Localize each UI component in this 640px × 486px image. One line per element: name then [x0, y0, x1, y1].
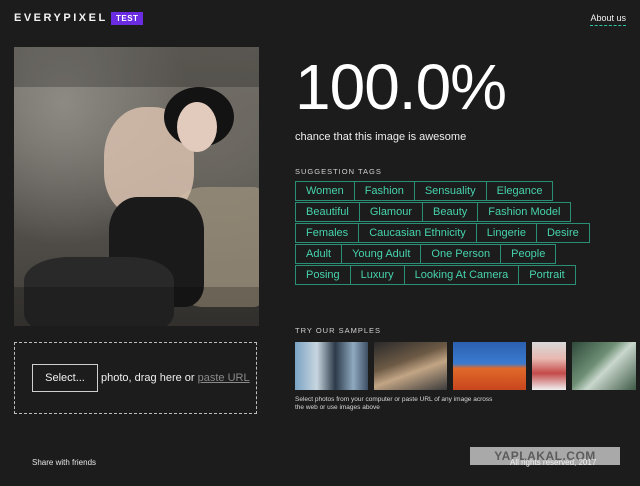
tag[interactable]: Beauty	[422, 202, 479, 222]
samples-title: TRY OUR SAMPLES	[295, 326, 381, 335]
tag[interactable]: Sensuality	[413, 181, 487, 201]
score-value: 100.0%	[295, 51, 507, 123]
tag-row: Adult Young Adult One Person People	[295, 244, 615, 264]
tag-row: Beautiful Glamour Beauty Fashion Model	[295, 202, 615, 222]
sample-thumbnail-business[interactable]	[295, 342, 368, 390]
score-caption: chance that this image is awesome	[295, 131, 467, 143]
suggestion-tags-title: SUGGESTION TAGS	[295, 167, 382, 176]
tag[interactable]: Fashion Model	[477, 202, 572, 222]
upload-dropzone[interactable]: Select... photo, drag here or paste URL	[14, 342, 257, 414]
sample-thumbnail-family[interactable]	[572, 342, 636, 390]
tag[interactable]: Fashion	[353, 181, 415, 201]
sample-thumbnail-desk[interactable]	[374, 342, 447, 390]
tag[interactable]: Adult	[295, 244, 343, 264]
tag[interactable]: Looking At Camera	[403, 265, 520, 285]
tag[interactable]: Young Adult	[341, 244, 422, 264]
test-badge: TEST	[111, 12, 144, 25]
upload-instructions: photo, drag here or paste URL	[101, 372, 250, 384]
sample-thumbnails	[295, 342, 636, 390]
sample-thumbnail-child[interactable]	[532, 342, 566, 390]
tag[interactable]: Women	[295, 181, 355, 201]
copyright: All rights reserved, 2017	[510, 458, 597, 467]
analyzed-photo	[14, 47, 259, 326]
tag-row: Females Caucasian Ethnicity Lingerie Des…	[295, 223, 615, 243]
tag[interactable]: Lingerie	[475, 223, 537, 243]
tag[interactable]: Caucasian Ethnicity	[358, 223, 477, 243]
tag[interactable]: Luxury	[349, 265, 405, 285]
tag[interactable]: Beautiful	[295, 202, 360, 222]
logo: EVERYPIXEL	[14, 12, 108, 24]
tag[interactable]: Glamour	[358, 202, 423, 222]
share-link[interactable]: Share with friends	[32, 458, 96, 467]
tag[interactable]: Desire	[535, 223, 590, 243]
upload-text: photo, drag here or	[101, 372, 195, 384]
sample-thumbnail-landscape[interactable]	[453, 342, 526, 390]
paste-url-link[interactable]: paste URL	[198, 372, 250, 384]
tag[interactable]: Posing	[295, 265, 351, 285]
about-link[interactable]: About us	[590, 13, 626, 26]
tag[interactable]: Elegance	[485, 181, 554, 201]
tag-row: Women Fashion Sensuality Elegance	[295, 181, 615, 201]
tag[interactable]: One Person	[420, 244, 502, 264]
tag[interactable]: Portrait	[518, 265, 576, 285]
suggestion-tags: Women Fashion Sensuality Elegance Beauti…	[295, 181, 615, 286]
samples-note: Select photos from your computer or past…	[295, 396, 493, 412]
tag-row: Posing Luxury Looking At Camera Portrait	[295, 265, 615, 285]
select-photo-button[interactable]: Select...	[32, 364, 98, 392]
tag[interactable]: Females	[295, 223, 360, 243]
tag[interactable]: People	[500, 244, 557, 264]
